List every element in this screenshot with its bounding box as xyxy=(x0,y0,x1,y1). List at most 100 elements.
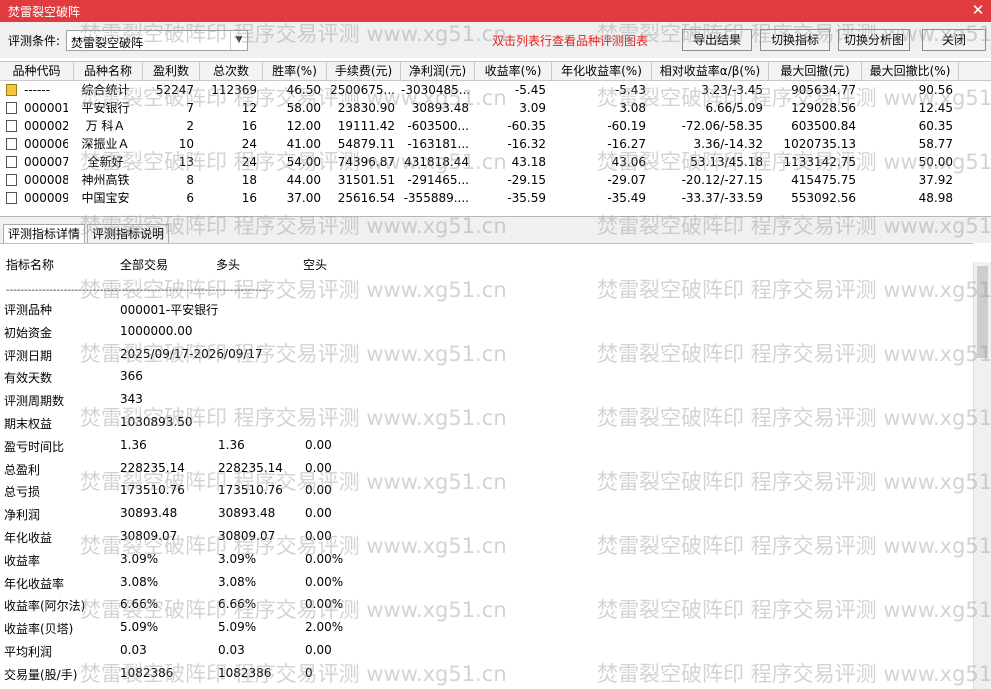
detail-label: 交易量(股/手) xyxy=(4,667,78,682)
checkbox-icon[interactable] xyxy=(6,102,17,114)
tab-explain[interactable]: 评测指标说明 xyxy=(87,224,170,244)
table-row[interactable]: 000008 神州高铁 8 18 44.00 31501.51 -291465... -29.… xyxy=(0,171,991,189)
table-cell: -35.49 xyxy=(607,191,646,205)
switch-chart-button[interactable]: 切换分析图 xyxy=(838,29,910,51)
hint-text: 双击列表行查看品种评测图表 xyxy=(492,34,649,48)
table-cell: -60.19 xyxy=(607,119,646,133)
detail-long: 1.36 xyxy=(218,437,245,452)
table-cell: 000006 xyxy=(24,137,68,151)
detail-label: 初始资金 xyxy=(4,325,53,340)
column-header[interactable]: 最大回撤(元) xyxy=(769,62,862,81)
table-cell: 1133142.75 xyxy=(783,155,856,169)
checkbox-icon[interactable] xyxy=(6,156,17,168)
detail-short: 0.00 xyxy=(305,483,332,498)
table-cell: 10 xyxy=(178,137,194,151)
detail-all: 343 xyxy=(120,392,143,407)
table-cell: -5.43 xyxy=(614,83,646,97)
detail-all: 0.03 xyxy=(120,643,147,657)
column-header[interactable]: 收益率(%) xyxy=(475,62,552,81)
column-header[interactable]: 年化收益率(%) xyxy=(552,62,652,81)
table-row[interactable]: 000009 中国宝安 6 16 37.00 25616.54 -355889.... -35… xyxy=(0,189,991,207)
table-cell: 全新好 xyxy=(87,155,124,169)
detail-all: 1000000.00 xyxy=(120,323,193,338)
table-cell: 3.08 xyxy=(619,101,646,115)
folder-icon[interactable] xyxy=(6,84,17,96)
column-header[interactable]: 净利润(元) xyxy=(401,62,475,81)
table-cell: 16 xyxy=(241,119,257,133)
table-cell: -20.12/-27.15 xyxy=(681,173,763,187)
detail-label: 总盈利 xyxy=(4,462,41,477)
column-header[interactable]: 手续费(元) xyxy=(327,62,401,81)
column-header[interactable]: 胜率(%) xyxy=(263,62,327,81)
table-cell: 6 xyxy=(186,191,194,205)
table-cell: 52247 xyxy=(155,83,194,97)
table-row[interactable]: 000006 深振业Ａ 10 24 41.00 54879.11 -163181... -16… xyxy=(0,135,991,153)
table-cell: -35.59 xyxy=(507,191,546,205)
table-cell: 112369 xyxy=(211,83,257,97)
switch-indicator-button[interactable]: 切换指标 xyxy=(760,29,830,51)
condition-select[interactable]: 焚雷裂空破阵 ▼ xyxy=(66,30,248,51)
table-cell: 深振业Ａ xyxy=(81,137,130,151)
table-cell: -5.45 xyxy=(514,83,546,97)
detail-label: 净利润 xyxy=(4,508,41,523)
close-icon[interactable]: ✕ xyxy=(965,0,991,22)
checkbox-icon[interactable] xyxy=(6,120,17,132)
detail-long: 3.09% xyxy=(218,551,257,566)
table-cell: 58.77 xyxy=(918,137,953,151)
column-header[interactable]: 最大回撤比(%) xyxy=(862,62,959,81)
detail-long: 6.66% xyxy=(218,597,257,612)
table-cell: 万 科Ａ xyxy=(85,119,126,133)
table-row[interactable]: 000007 全新好 13 24 54.00 74396.87 431818.44 43.18… xyxy=(0,153,991,171)
detail-label: 盈亏时间比 xyxy=(4,439,65,454)
chevron-down-icon[interactable]: ▼ xyxy=(230,31,247,50)
table-cell: 6.66/5.09 xyxy=(705,101,763,115)
column-header[interactable]: 品种代码 xyxy=(0,62,74,81)
table-cell: 43.06 xyxy=(611,155,646,169)
detail-label: 评测品种 xyxy=(4,303,53,317)
detail-all: 228235.14 xyxy=(120,460,185,475)
vertical-scrollbar[interactable] xyxy=(973,262,991,689)
detail-all: 000001-平安银行 xyxy=(120,303,219,317)
detail-all: 30809.07 xyxy=(120,529,178,543)
checkbox-icon[interactable] xyxy=(6,174,17,186)
export-button[interactable]: 导出结果 xyxy=(682,29,752,51)
tab-detail[interactable]: 评测指标详情 xyxy=(3,224,86,245)
detail-all: 3.09% xyxy=(120,551,159,566)
column-header[interactable]: 相对收益率α/β(%) xyxy=(652,62,769,81)
detail-short: 0.00 xyxy=(305,460,332,475)
detail-header-name: 指标名称 xyxy=(6,258,55,272)
detail-label: 评测日期 xyxy=(4,348,53,363)
column-header[interactable]: 总次数 xyxy=(200,62,263,81)
checkbox-icon[interactable] xyxy=(6,138,17,150)
checkbox-icon[interactable] xyxy=(6,192,17,204)
table-cell: 3.09 xyxy=(519,101,546,115)
detail-label: 年化收益率 xyxy=(4,576,65,591)
table-cell: 18 xyxy=(241,173,257,187)
detail-short: 0.00% xyxy=(305,574,344,589)
detail-short: 2.00% xyxy=(305,620,344,635)
table-cell: -29.07 xyxy=(607,173,646,187)
table-cell: 1020735.13 xyxy=(783,137,856,151)
detail-label: 收益率(阿尔法) xyxy=(4,599,86,614)
table-cell: 12.45 xyxy=(918,101,953,115)
table-cell: 19111.42 xyxy=(337,119,395,133)
detail-long: 173510.76 xyxy=(218,483,283,498)
table-row[interactable]: ------ 综合统计 52247 112369 46.50 2500675... -303… xyxy=(0,81,991,99)
table-cell: 000007 xyxy=(24,155,68,169)
detail-short: 0.00% xyxy=(305,597,344,612)
table-cell: 000002 xyxy=(24,119,68,133)
detail-long: 5.09% xyxy=(218,620,257,635)
scrollbar-thumb[interactable] xyxy=(977,266,988,358)
column-header[interactable]: 品种名称 xyxy=(74,62,143,81)
table-cell: -163181... xyxy=(407,137,469,151)
table-cell: -603500... xyxy=(407,119,469,133)
detail-label: 总亏损 xyxy=(4,485,41,500)
close-button[interactable]: 关闭 xyxy=(922,29,986,51)
table-row[interactable]: 000001 平安银行 7 12 58.00 23830.90 30893.48 3.09 3.… xyxy=(0,99,991,117)
column-header[interactable]: 盈利数 xyxy=(143,62,200,81)
table-row[interactable]: 000002 万 科Ａ 2 16 12.00 19111.42 -603500... -60.… xyxy=(0,117,991,135)
table-header: 品种代码 品种名称 盈利数 总次数 胜率(%) 手续费(元) 净利润(元) 收益率(%) 年化收… xyxy=(0,61,991,81)
table-cell: 48.98 xyxy=(918,191,953,205)
table-cell: 3.23/-3.45 xyxy=(701,83,763,97)
detail-all: 1.36 xyxy=(120,437,147,452)
